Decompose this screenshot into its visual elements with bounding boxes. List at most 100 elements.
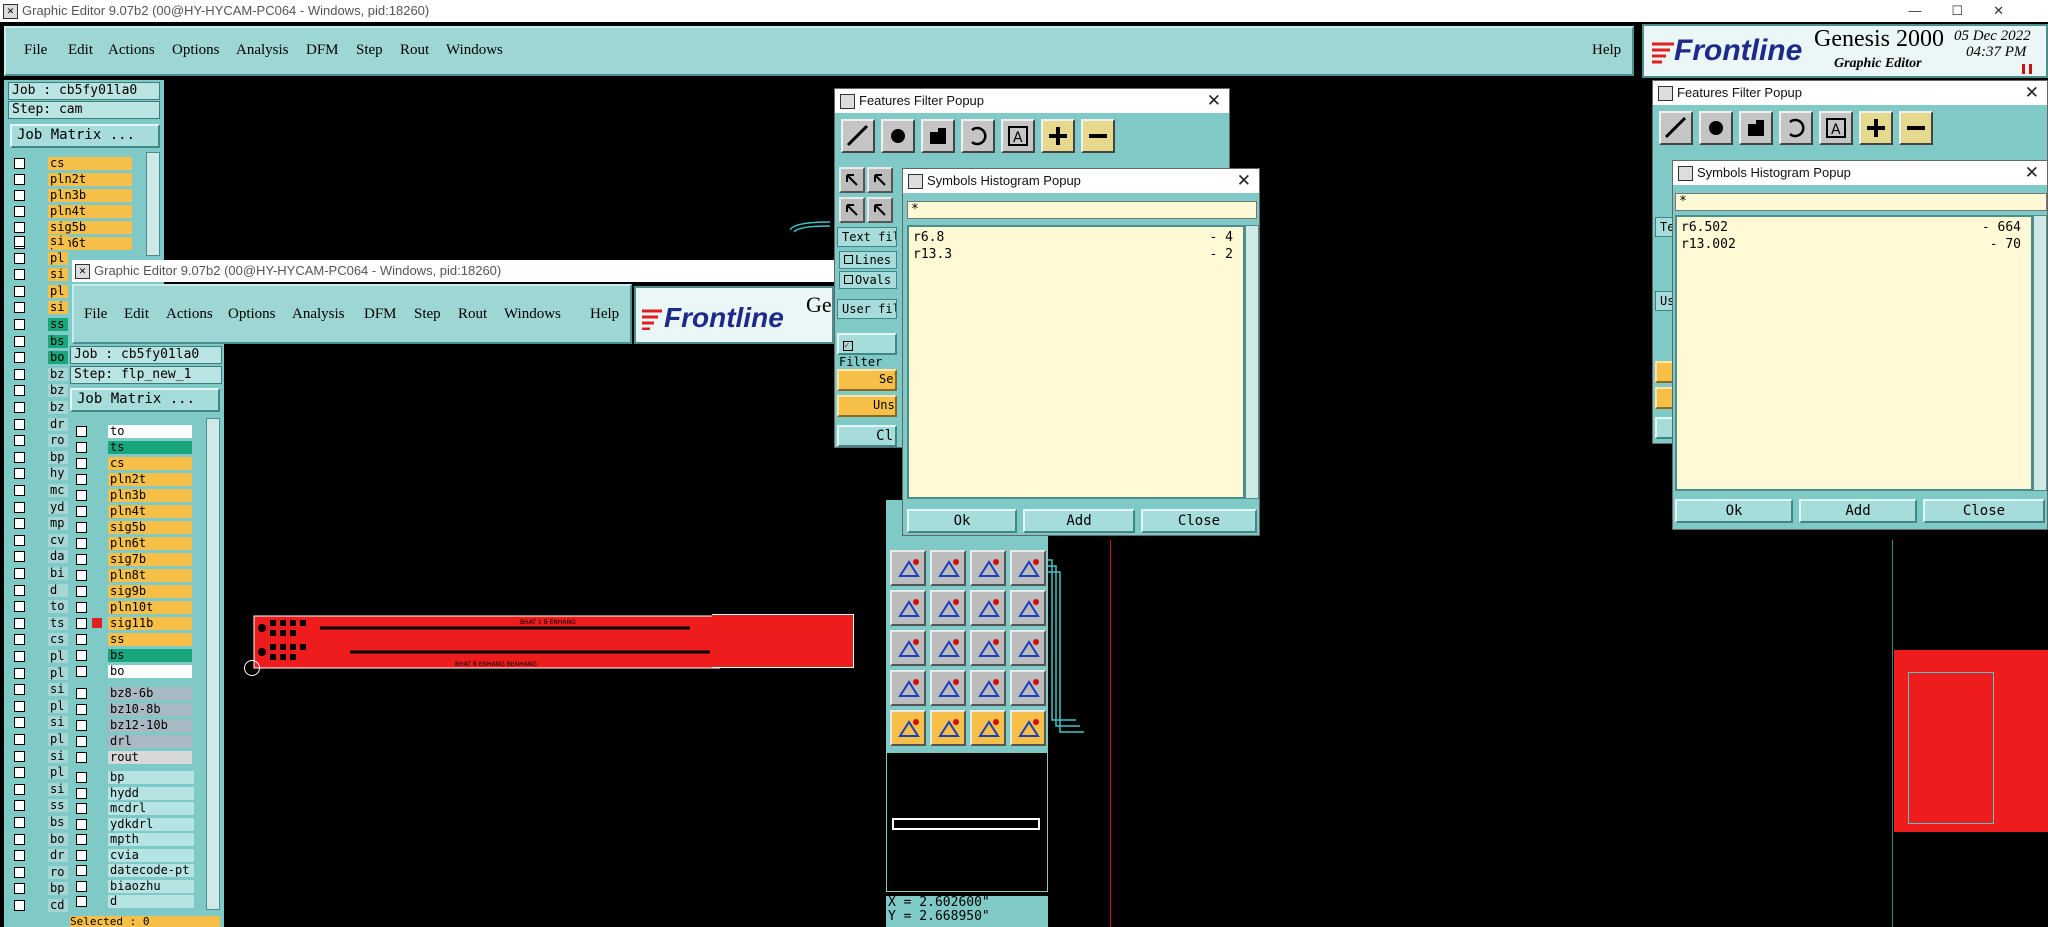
layer-row[interactable]: pl [14, 251, 68, 266]
layer-checkbox[interactable] [14, 651, 25, 662]
layer-row[interactable]: ss [14, 317, 68, 332]
layer-row[interactable]: drl [76, 734, 194, 749]
center-tool-icon[interactable] [970, 630, 1006, 666]
layer-row[interactable]: si [14, 267, 68, 282]
layer-checkbox[interactable] [14, 734, 25, 745]
layer-checkbox[interactable] [14, 352, 25, 364]
layer-checkbox[interactable] [76, 787, 87, 799]
filter-checkbox[interactable]: ✓Filter [837, 333, 897, 369]
features-filter-titlebar[interactable]: Features Filter Popup ✕ [1653, 81, 2047, 105]
layer-checkbox[interactable] [76, 803, 87, 814]
histogram-scrollbar[interactable] [2033, 215, 2047, 491]
layer-row[interactable]: bp [76, 770, 194, 785]
layer-checkbox[interactable] [14, 883, 25, 895]
layer-row[interactable]: pln4t [76, 504, 194, 519]
menu-rout[interactable]: Rout [458, 306, 487, 323]
a-tool-icon[interactable] [930, 670, 966, 706]
layer-checkbox[interactable] [14, 385, 25, 397]
layer-checkbox[interactable] [76, 666, 87, 677]
select-arrow2-button[interactable] [867, 167, 893, 193]
layer-row[interactable]: pl [14, 699, 68, 714]
layer-row[interactable]: ss [76, 632, 194, 647]
layer-checkbox[interactable] [76, 458, 87, 469]
layer-row[interactable]: bs [14, 815, 68, 830]
layer-row[interactable]: pln3b [14, 188, 132, 203]
layer-checkbox[interactable] [14, 833, 25, 845]
layer-checkbox[interactable] [76, 570, 87, 581]
second-job-matrix-button[interactable]: Job Matrix ... [70, 388, 220, 412]
layer-row[interactable]: mc [14, 483, 68, 498]
layer-checkbox[interactable] [76, 554, 87, 565]
layer-checkbox[interactable] [14, 750, 25, 762]
layer-row[interactable]: dr [14, 417, 68, 432]
layer-checkbox[interactable] [76, 849, 87, 861]
layer-checkbox[interactable] [76, 818, 87, 830]
layer-checkbox[interactable] [76, 506, 87, 517]
close-icon[interactable]: ✕ [2025, 161, 2039, 185]
layer-row[interactable]: sig5b [14, 220, 132, 235]
layer-checkbox[interactable] [76, 586, 87, 597]
filter-text-button[interactable]: A [1001, 119, 1035, 153]
close-icon[interactable]: ✕ [2025, 81, 2039, 105]
layer-row[interactable]: sig9b [76, 584, 194, 599]
layer-row[interactable]: rout [76, 750, 194, 765]
select-button[interactable]: Sele [837, 369, 897, 391]
layer-row[interactable]: sig7b [76, 552, 194, 567]
layer-checkbox[interactable] [14, 667, 25, 679]
layer-checkbox[interactable] [14, 584, 25, 596]
layer-row[interactable]: pln3b [76, 488, 194, 503]
menu-step[interactable]: Step [414, 306, 441, 323]
menu-actions[interactable]: Actions [166, 306, 213, 323]
main-job-matrix-button[interactable]: Job Matrix ... [10, 124, 160, 148]
filter-text-button[interactable]: A [1819, 111, 1853, 145]
layer-row[interactable]: si [14, 682, 68, 697]
layer-checkbox[interactable] [14, 236, 25, 247]
layer-row[interactable]: to [76, 424, 194, 439]
layer-row[interactable]: bo [14, 832, 68, 847]
histogram-row[interactable]: r13.002 - 70 [1677, 236, 2031, 253]
menu-file[interactable]: File [24, 42, 47, 59]
histogram-row[interactable]: r6.502 - 664 [1677, 219, 2031, 236]
close-button[interactable]: Close [1141, 509, 1257, 533]
horizontal-tool-icon[interactable] [930, 630, 966, 666]
layer-row[interactable]: pl [14, 666, 68, 681]
layer-row[interactable]: cs [14, 632, 68, 647]
layer-row[interactable]: mp [14, 516, 68, 531]
layer-row[interactable]: mcdrl [76, 801, 194, 816]
layer-row[interactable]: bo [14, 350, 68, 365]
cluster-tool-icon[interactable] [1010, 630, 1046, 666]
menu-edit[interactable]: Edit [124, 306, 149, 323]
menu-options[interactable]: Options [228, 306, 276, 323]
filter-positive-button[interactable] [1859, 111, 1893, 145]
layer-row[interactable]: ss [14, 798, 68, 813]
histogram-row[interactable]: r13.3 - 2 [909, 246, 1243, 263]
layer-row[interactable]: ts [14, 616, 68, 631]
menu-actions[interactable]: Actions [108, 42, 155, 59]
layer-row[interactable]: datecode-pt [76, 863, 194, 878]
layer-checkbox[interactable] [14, 222, 25, 233]
layer-checkbox[interactable] [14, 568, 25, 579]
menu-edit[interactable]: Edit [68, 42, 93, 59]
layer-checkbox[interactable] [76, 834, 87, 845]
pad-move-tool-icon[interactable] [890, 630, 926, 666]
menu-options[interactable]: Options [172, 42, 220, 59]
filter-negative-button[interactable] [1899, 111, 1933, 145]
layer-checkbox[interactable] [14, 190, 25, 201]
route-tool-icon[interactable] [1010, 710, 1046, 746]
unselect-button[interactable]: Unse [837, 395, 897, 417]
layer-row[interactable]: hy [14, 466, 68, 481]
layer-checkbox[interactable] [14, 451, 25, 463]
layer-checkbox[interactable] [14, 402, 25, 413]
layer-row[interactable]: to [14, 599, 68, 614]
layer-checkbox[interactable] [76, 688, 87, 699]
layer-row[interactable]: cs [76, 456, 194, 471]
layer-checkbox[interactable] [14, 285, 25, 297]
layer-checkbox[interactable] [14, 534, 25, 546]
layer-checkbox[interactable] [14, 866, 25, 878]
ok-button[interactable]: Ok [907, 509, 1017, 533]
layer-checkbox[interactable] [14, 174, 25, 185]
layer-checkbox[interactable] [14, 767, 25, 779]
layer-row[interactable]: yd [14, 500, 68, 515]
layer-checkbox[interactable] [76, 704, 87, 715]
point-tool-icon[interactable] [970, 550, 1006, 586]
